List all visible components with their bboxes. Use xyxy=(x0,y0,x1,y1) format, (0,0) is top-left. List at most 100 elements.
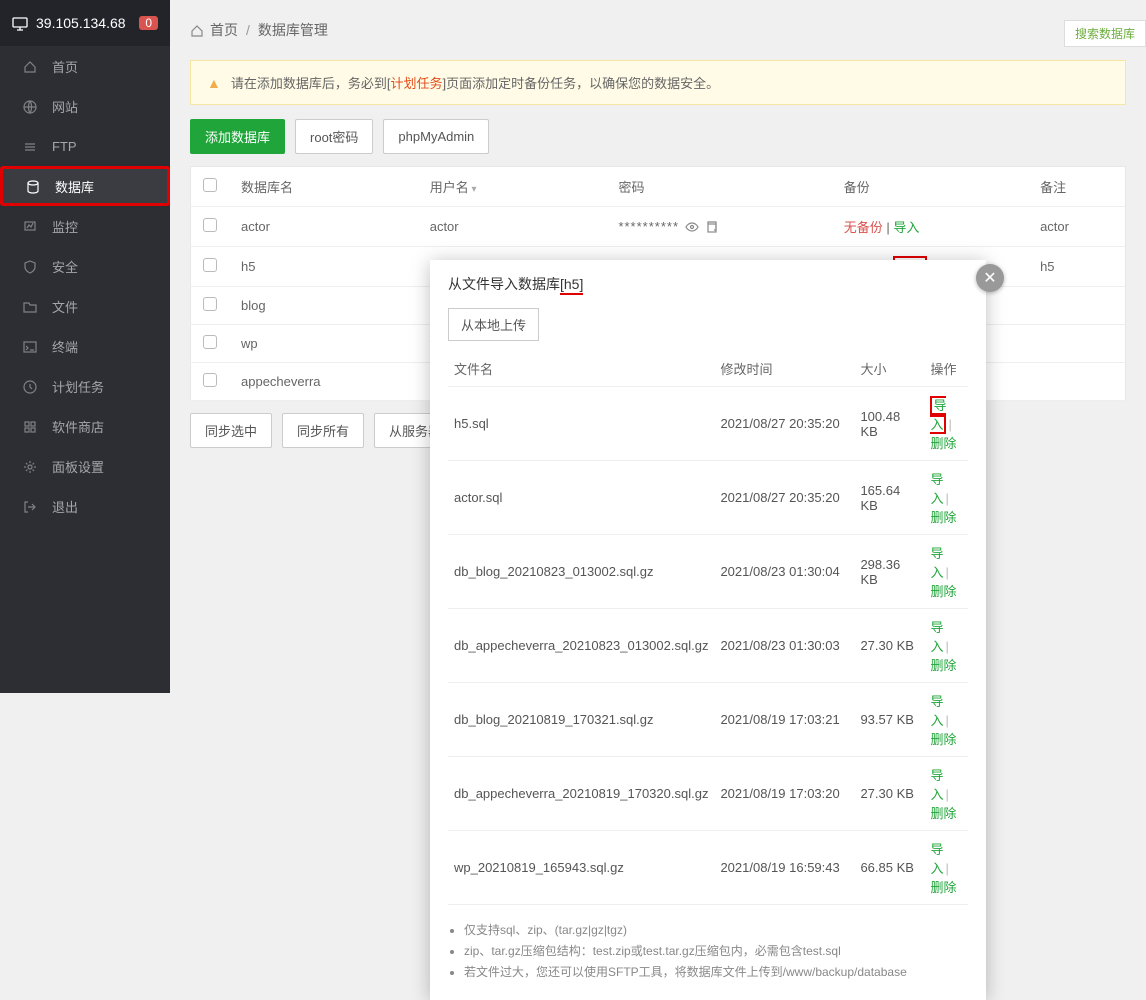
col-remark: 备注 xyxy=(1028,167,1125,207)
sidebar-item-folder[interactable]: 文件 xyxy=(0,286,170,326)
eye-icon[interactable] xyxy=(685,219,699,235)
col-user[interactable]: 用户名 xyxy=(418,167,607,207)
file-delete-link[interactable]: 删除 xyxy=(930,584,956,599)
sidebar-item-terminal[interactable]: 终端 xyxy=(0,326,170,366)
file-mtime: 2021/08/23 01:30:04 xyxy=(714,535,854,609)
shield-icon xyxy=(20,258,40,274)
apps-icon xyxy=(20,418,40,434)
notification-badge[interactable]: 0 xyxy=(139,16,158,30)
file-delete-link[interactable]: 删除 xyxy=(930,806,956,821)
sidebar-item-home[interactable]: 首页 xyxy=(0,46,170,86)
breadcrumb: 首页 / 数据库管理 搜索数据库 xyxy=(190,0,1126,60)
checkbox[interactable] xyxy=(203,297,217,311)
breadcrumb-home[interactable]: 首页 xyxy=(210,20,238,40)
sidebar-item-db[interactable]: 数据库 xyxy=(0,166,170,206)
file-mtime: 2021/08/19 17:03:20 xyxy=(714,757,854,831)
globe-icon xyxy=(20,98,40,114)
db-remark: actor xyxy=(1028,207,1125,247)
sync-selected-button[interactable]: 同步选中 xyxy=(190,413,272,448)
table-row: actoractor**********无备份 | 导入actor xyxy=(191,207,1126,247)
file-size: 165.64 KB xyxy=(854,461,924,535)
file-import-link[interactable]: 导入 xyxy=(930,546,943,580)
sidebar-item-monitor[interactable]: 监控 xyxy=(0,206,170,246)
server-ip: 39.105.134.68 xyxy=(36,15,139,31)
upload-local-button[interactable]: 从本地上传 xyxy=(448,308,539,341)
sync-all-button[interactable]: 同步所有 xyxy=(282,413,364,448)
file-delete-link[interactable]: 删除 xyxy=(930,436,956,451)
checkbox[interactable] xyxy=(203,335,217,349)
file-name: db_blog_20210819_170321.sql.gz xyxy=(448,683,714,757)
sidebar-item-globe[interactable]: 网站 xyxy=(0,86,170,126)
checkbox[interactable] xyxy=(203,373,217,387)
file-name: db_blog_20210823_013002.sql.gz xyxy=(448,535,714,609)
file-row: db_appecheverra_20210819_170320.sql.gz20… xyxy=(448,757,968,831)
db-remark xyxy=(1028,325,1125,363)
copy-icon[interactable] xyxy=(705,219,718,234)
file-delete-link[interactable]: 删除 xyxy=(930,880,956,895)
phpmyadmin-button[interactable]: phpMyAdmin xyxy=(383,119,489,154)
root-password-button[interactable]: root密码 xyxy=(295,119,373,154)
import-modal: ✕ 从文件导入数据库[h5] 从本地上传 文件名 修改时间 大小 操作 h5.s… xyxy=(430,260,986,1000)
note-item: 仅支持sql、zip、(tar.gz|gz|tgz) xyxy=(464,921,968,938)
sidebar-item-gear[interactable]: 面板设置 xyxy=(0,446,170,486)
col-mtime: 修改时间 xyxy=(714,351,854,387)
checkbox[interactable] xyxy=(203,258,217,272)
db-remark xyxy=(1028,287,1125,325)
col-size: 大小 xyxy=(854,351,924,387)
monitor-icon xyxy=(12,15,28,31)
db-name: h5 xyxy=(229,247,418,287)
search-database-button[interactable]: 搜索数据库 xyxy=(1064,20,1146,47)
import-link[interactable]: 导入 xyxy=(893,220,919,235)
file-delete-link[interactable]: 删除 xyxy=(930,510,956,525)
sidebar-item-ftp[interactable]: FTP xyxy=(0,126,170,166)
warning-bar: ▲ 请在添加数据库后，务必到[计划任务]页面添加定时备份任务，以确保您的数据安全… xyxy=(190,60,1126,105)
file-row: db_blog_20210823_013002.sql.gz2021/08/23… xyxy=(448,535,968,609)
file-name: wp_20210819_165943.sql.gz xyxy=(448,831,714,905)
home-icon xyxy=(20,58,40,74)
checkbox-all[interactable] xyxy=(203,178,217,192)
file-import-link[interactable]: 导入 xyxy=(930,768,943,802)
sidebar-item-label: 终端 xyxy=(52,337,78,356)
sidebar-item-clock[interactable]: 计划任务 xyxy=(0,366,170,406)
db-name: blog xyxy=(229,287,418,325)
sidebar-item-label: 安全 xyxy=(52,257,78,276)
file-size: 93.57 KB xyxy=(854,683,924,757)
sidebar-item-label: 退出 xyxy=(52,497,78,516)
col-filename: 文件名 xyxy=(448,351,714,387)
sidebar-item-exit[interactable]: 退出 xyxy=(0,486,170,526)
file-import-link[interactable]: 导入 xyxy=(930,694,943,728)
db-remark: h5 xyxy=(1028,247,1125,287)
file-row: actor.sql2021/08/27 20:35:20165.64 KB导入|… xyxy=(448,461,968,535)
sidebar-header: 39.105.134.68 0 xyxy=(0,0,170,46)
sidebar-item-label: 网站 xyxy=(52,97,78,116)
breadcrumb-sep: / xyxy=(246,22,250,38)
sidebar-item-shield[interactable]: 安全 xyxy=(0,246,170,286)
add-database-button[interactable]: 添加数据库 xyxy=(190,119,285,154)
col-pwd: 密码 xyxy=(606,167,831,207)
sidebar-item-label: 计划任务 xyxy=(52,377,104,396)
note-item: zip、tar.gz压缩包结构：test.zip或test.tar.gz压缩包内… xyxy=(464,942,968,959)
note-item: 若文件过大，您还可以使用SFTP工具，将数据库文件上传到/www/backup/… xyxy=(464,963,968,980)
file-import-link[interactable]: 导入 xyxy=(930,620,943,654)
close-icon[interactable]: ✕ xyxy=(976,264,1004,292)
file-delete-link[interactable]: 删除 xyxy=(930,658,956,673)
exit-icon xyxy=(20,498,40,514)
checkbox[interactable] xyxy=(203,218,217,232)
file-size: 100.48 KB xyxy=(854,387,924,461)
file-size: 66.85 KB xyxy=(854,831,924,905)
file-import-link[interactable]: 导入 xyxy=(930,396,946,434)
sidebar-item-label: 监控 xyxy=(52,217,78,236)
col-name: 数据库名 xyxy=(229,167,418,207)
file-mtime: 2021/08/27 20:35:20 xyxy=(714,387,854,461)
sidebar-item-label: FTP xyxy=(52,139,77,154)
db-name: appecheverra xyxy=(229,363,418,401)
plan-task-link[interactable]: 计划任务 xyxy=(390,76,442,91)
file-row: h5.sql2021/08/27 20:35:20100.48 KB导入|删除 xyxy=(448,387,968,461)
ftp-icon xyxy=(20,138,40,154)
file-import-link[interactable]: 导入 xyxy=(930,472,943,506)
sidebar-item-apps[interactable]: 软件商店 xyxy=(0,406,170,446)
db-remark xyxy=(1028,363,1125,401)
file-row: db_appecheverra_20210823_013002.sql.gz20… xyxy=(448,609,968,683)
file-delete-link[interactable]: 删除 xyxy=(930,732,956,747)
file-import-link[interactable]: 导入 xyxy=(930,842,943,876)
